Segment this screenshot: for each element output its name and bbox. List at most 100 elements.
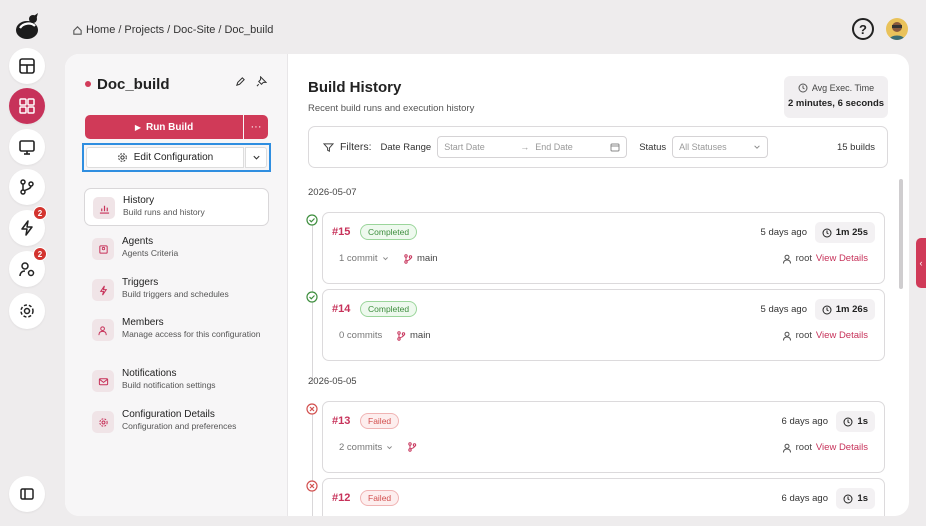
build-duration-value: 1s (857, 493, 868, 504)
filters-bar: Filters: Date Range Start Date → End Dat… (308, 126, 888, 168)
commits-dropdown[interactable]: 1 commit (339, 253, 389, 264)
lightning-icon (92, 279, 114, 301)
status-badge: Completed (360, 224, 418, 240)
view-details-link[interactable]: View Details (816, 253, 868, 264)
project-title: Doc_build (97, 76, 170, 93)
edit-configuration-button[interactable]: Edit Configuration (86, 147, 244, 168)
build-user-name: root (795, 442, 812, 453)
avatar[interactable] (886, 18, 908, 40)
timeline-line (312, 407, 313, 516)
sidebar-item-desc: Agents Criteria (122, 248, 179, 258)
clock-icon (822, 305, 832, 314)
date-arrow: → (520, 142, 530, 152)
build-time-ago: 6 days ago (781, 493, 828, 504)
gear-icon (20, 304, 34, 318)
sidebar-item-label: Members (122, 317, 164, 328)
breadcrumb-projects[interactable]: Projects (124, 24, 164, 36)
chevron-down-icon (754, 145, 760, 149)
sidebar-item-notifications[interactable]: Notifications Build notification settings (84, 362, 269, 400)
help-icon[interactable]: ? (852, 18, 874, 40)
icon-rail: 2 2 (0, 0, 54, 526)
breadcrumb-separator: / (218, 24, 222, 36)
build-time-ago: 5 days ago (760, 304, 807, 315)
build-number[interactable]: #12 (332, 492, 350, 504)
build-time-ago: 5 days ago (760, 227, 807, 238)
status-label: Status (639, 141, 667, 153)
rail-monitor-button[interactable] (9, 129, 45, 165)
status-badge: Failed (360, 413, 400, 429)
build-user-name: root (795, 253, 812, 264)
sidebar-item-label: Agents (122, 236, 154, 247)
date-group-header: 2026-05-05 (308, 376, 357, 387)
rail-projects-button[interactable] (9, 88, 45, 124)
sidebar-item-triggers[interactable]: Triggers Build triggers and schedules (84, 271, 269, 309)
build-duration: 1m 26s (814, 299, 875, 320)
sidebar-item-members[interactable]: Members Manage access for this configurat… (84, 311, 269, 349)
breadcrumb-separator: / (118, 24, 122, 36)
users-count-badge: 2 (33, 247, 47, 261)
rail-collapse-button[interactable] (9, 476, 45, 512)
build-number[interactable]: #15 (332, 226, 350, 238)
failed-x-icon (306, 480, 318, 492)
edit-pencil-icon[interactable] (235, 76, 246, 87)
run-build-button[interactable]: ▶ Run Build (85, 115, 243, 139)
filter-icon (323, 142, 334, 152)
chevron-down-icon (252, 155, 260, 160)
build-duration-value: 1m 26s (835, 304, 868, 315)
clock-icon (843, 494, 853, 503)
git-branch-icon (408, 442, 417, 452)
success-check-icon (306, 291, 318, 303)
build-time-ago: 6 days ago (781, 416, 828, 427)
build-number[interactable]: #14 (332, 303, 350, 315)
edit-configuration-label: Edit Configuration (133, 152, 214, 163)
grid-icon (19, 98, 35, 114)
rail-branches-button[interactable] (9, 169, 45, 205)
branch-info: main (403, 253, 438, 264)
breadcrumb-home[interactable]: Home (86, 24, 115, 36)
commits-dropdown[interactable]: 2 commits (339, 442, 393, 453)
avg-exec-time-label: Avg Exec. Time (811, 83, 875, 93)
sidebar-item-agents[interactable]: Agents Agents Criteria (84, 230, 269, 268)
sidebar-item-desc: Configuration and preferences (122, 421, 237, 431)
build-duration-value: 1m 25s (835, 227, 868, 238)
view-details-link[interactable]: View Details (816, 330, 868, 341)
status-select[interactable]: All Statuses (672, 136, 769, 158)
build-card[interactable]: #12 Failed 6 days ago 1s (322, 478, 885, 516)
build-card[interactable]: #13 Failed 6 days ago 1s 2 commits root … (322, 401, 885, 473)
chevron-down-icon (382, 257, 388, 261)
rail-users-button[interactable]: 2 (9, 247, 47, 287)
calendar-icon (610, 143, 620, 152)
members-icon (92, 319, 114, 341)
side-panel-toggle[interactable]: ‹ (916, 238, 926, 288)
chevron-left-icon: ‹ (919, 258, 923, 268)
date-range-input[interactable]: Start Date → End Date (437, 136, 628, 158)
view-details-link[interactable]: View Details (816, 442, 868, 453)
run-build-more-button[interactable]: ··· (244, 115, 268, 139)
build-card[interactable]: #15 Completed 5 days ago 1m 25s 1 commit… (322, 212, 885, 284)
app-logo-icon[interactable] (11, 10, 43, 42)
sidebar-item-configuration-details[interactable]: Configuration Details Configuration and p… (84, 403, 269, 441)
breadcrumb-site[interactable]: Doc-Site (173, 24, 215, 36)
rail-settings-button[interactable] (9, 293, 45, 329)
breadcrumb-separator: / (167, 24, 171, 36)
build-history-panel: Build History Recent build runs and exec… (289, 54, 909, 516)
sidebar-item-desc: Build notification settings (122, 380, 216, 390)
pin-icon[interactable] (256, 76, 267, 87)
scrollbar-thumb[interactable] (899, 179, 903, 289)
build-count: 15 builds (836, 141, 875, 153)
content-card: Doc_build ▶ Run Build ··· Edit Configura… (65, 54, 909, 516)
sidebar-item-desc: Manage access for this configuration (122, 329, 261, 339)
user-icon (782, 443, 791, 453)
project-status-dot (85, 81, 91, 87)
sidebar-item-history[interactable]: History Build runs and history (84, 188, 269, 226)
rail-dashboard-button[interactable] (9, 48, 45, 84)
sidebar-item-label: Notifications (122, 368, 177, 379)
rail-builds-button[interactable]: 2 (9, 206, 47, 246)
build-card[interactable]: #14 Completed 5 days ago 1m 26s 0 commit… (322, 289, 885, 361)
sidebar-item-label: Configuration Details (122, 409, 215, 420)
chart-icon (93, 197, 115, 219)
build-user: root (782, 253, 812, 264)
user-settings-icon (19, 262, 35, 277)
build-number[interactable]: #13 (332, 415, 350, 427)
edit-configuration-dropdown[interactable] (245, 147, 267, 168)
